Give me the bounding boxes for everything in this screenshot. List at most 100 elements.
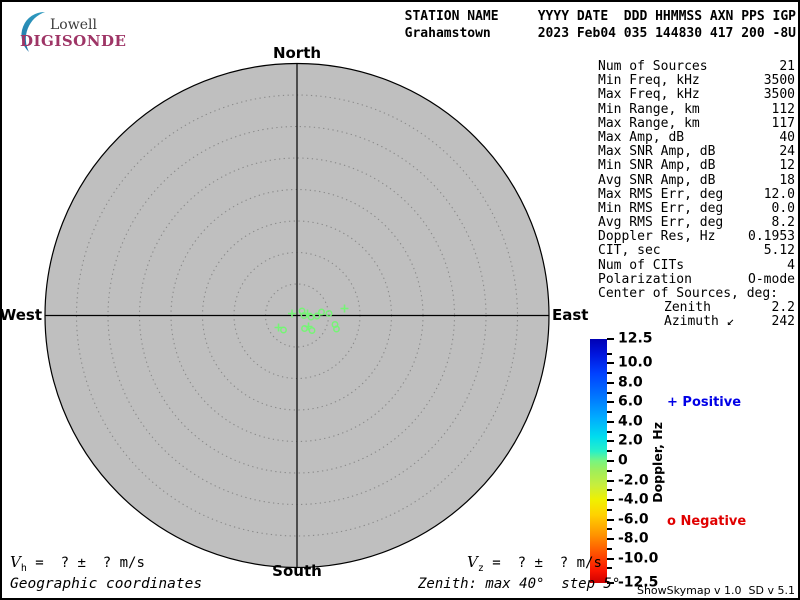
logo-lowell-text: Lowell xyxy=(50,17,97,33)
param-value: 2.2 xyxy=(771,300,795,316)
station-header-row1: STATION NAME YYYY DATE DDD HHMMSS AXN PP… xyxy=(404,9,796,24)
positive-doppler-legend: + Positive xyxy=(667,395,742,410)
colorbar-tick-label: 2.0 xyxy=(618,432,643,449)
param-label: Max RMS Err, deg xyxy=(598,186,724,202)
param-row: Min Range, km 112 xyxy=(598,101,795,117)
colorbar-tick-label: -10.0 xyxy=(618,550,659,567)
param-value: 4 xyxy=(787,257,795,273)
param-row: Avg SNR Amp, dB 18 xyxy=(598,172,795,188)
param-row: Max Freq, kHz 3500 xyxy=(598,88,795,102)
param-value: 0.0 xyxy=(771,200,795,216)
param-value: 112 xyxy=(771,101,795,117)
colorbar-major-tick xyxy=(607,538,614,541)
param-value: 117 xyxy=(771,115,795,131)
vz-readout: Vz = ? ± ? m/s xyxy=(467,553,602,574)
vz-value: = ? ± ? m/s xyxy=(483,555,602,571)
colorbar-tick-label: 10.0 xyxy=(618,354,653,371)
negative-doppler-legend: o Negative xyxy=(667,514,747,529)
colorbar-major-tick xyxy=(607,401,614,404)
param-row: Num of Sources 21 xyxy=(598,59,795,74)
param-label: Min Range, km xyxy=(598,101,700,117)
colorbar-tick-label: -6.0 xyxy=(618,511,649,528)
colorbar-tick-label: 4.0 xyxy=(618,413,643,430)
param-row: Doppler Res, Hz 0.1953 xyxy=(598,230,795,244)
param-value: 12 xyxy=(779,158,795,174)
colorbar-axis-label: Doppler, Hz xyxy=(650,422,665,503)
param-value: 0.1953 xyxy=(748,229,795,245)
station-header: STATION NAME YYYY DATE DDD HHMMSS AXN PP… xyxy=(405,8,796,42)
colorbar-ticks: 12.5 10.0 8.0 6.0 4.0 2.0 0 -2.0 -4.0 -6.0 -8.0 -10… xyxy=(607,331,677,591)
param-label: Center of Sources, deg: xyxy=(598,286,779,301)
param-label: CIT, sec xyxy=(598,243,661,259)
colorbar-major-tick xyxy=(607,338,614,340)
param-label: Min RMS Err, deg xyxy=(598,200,724,216)
version-label: ShowSkymap v 1.0 SD v 5.1 xyxy=(636,584,795,597)
param-label: Max SNR Amp, dB xyxy=(598,144,716,160)
param-row: Min RMS Err, deg 0.0 xyxy=(598,200,795,216)
param-row: Max SNR Amp, dB 24 xyxy=(598,144,795,160)
param-label: Max Range, km xyxy=(598,115,700,131)
colorbar-minor-tick xyxy=(607,411,612,414)
param-value: 40 xyxy=(779,129,795,145)
colorbar-minor-tick xyxy=(607,528,612,531)
colorbar-tick-label: 0 xyxy=(618,452,628,469)
param-list: Num of Sources 21 Min Freq, kHz 3500 Max Fre… xyxy=(598,59,795,330)
label-east: East xyxy=(552,306,589,324)
param-label: Min SNR Amp, dB xyxy=(598,158,716,174)
colorbar-gradient xyxy=(590,339,607,583)
param-label: Azimuth ↙ xyxy=(664,314,735,330)
param-row: Avg RMS Err, deg 8.2 xyxy=(598,215,795,231)
param-value: 8.2 xyxy=(771,215,795,231)
colorbar-major-tick xyxy=(607,557,614,560)
vh-value: = ? ± ? m/s xyxy=(26,555,145,571)
param-value: 21 xyxy=(779,59,795,74)
colorbar-major-tick xyxy=(607,420,614,423)
colorbar-minor-tick xyxy=(607,489,612,492)
colorbar-tick-label: 6.0 xyxy=(618,393,643,410)
param-label: Avg SNR Amp, dB xyxy=(598,172,716,188)
colorbar-minor-tick xyxy=(607,508,612,511)
vz-symbol: V xyxy=(467,553,478,571)
param-label: Max Amp, dB xyxy=(598,129,685,145)
param-value: 3500 xyxy=(763,87,795,103)
colorbar-tick-label: -8.0 xyxy=(618,530,649,547)
station-header-row2: Grahamstown 2023 Feb04 035 144830 417 20… xyxy=(404,26,796,41)
label-north: North xyxy=(272,44,322,62)
param-row: Zenith 2.2 xyxy=(598,300,795,316)
geographic-coordinates-label: Geographic coordinates xyxy=(10,576,203,592)
param-value: O-mode xyxy=(748,271,795,287)
param-value: 24 xyxy=(779,144,795,160)
colorbar-minor-tick xyxy=(607,430,612,433)
param-row: Min Freq, kHz 3500 xyxy=(598,73,795,89)
param-row: Max Range, km 117 xyxy=(598,115,795,131)
param-row: Max Amp, dB 40 xyxy=(598,129,795,145)
colorbar-major-tick xyxy=(607,440,614,443)
param-value: 12.0 xyxy=(763,186,795,202)
param-value: 242 xyxy=(771,314,795,330)
app-window: Lowell DIGISONDE STATION NAME YYYY DATE … xyxy=(0,0,800,600)
param-row: Azimuth ↙ 242 xyxy=(598,315,795,329)
param-label: Max Freq, kHz xyxy=(598,87,700,103)
colorbar-major-tick xyxy=(607,362,614,365)
colorbar-minor-tick xyxy=(607,352,612,355)
vh-symbol: V xyxy=(10,553,21,571)
colorbar-minor-tick xyxy=(607,567,612,570)
colorbar-minor-tick xyxy=(607,469,612,472)
param-label: Num of Sources xyxy=(598,59,708,74)
colorbar-tick-label: 8.0 xyxy=(618,374,643,391)
param-row: Center of Sources, deg: xyxy=(598,286,795,301)
colorbar-minor-tick xyxy=(607,547,612,550)
param-value: 3500 xyxy=(763,73,795,89)
lowell-digisonde-logo: Lowell DIGISONDE xyxy=(8,5,128,53)
param-label: Doppler Res, Hz xyxy=(598,229,716,245)
colorbar-major-tick xyxy=(607,479,614,482)
zenith-range-note: Zenith: max 40° step 5° xyxy=(418,576,621,592)
param-row: Polarization O-mode xyxy=(598,271,795,287)
colorbar-tick-label: -4.0 xyxy=(618,491,649,508)
param-row: Max RMS Err, deg 12.0 xyxy=(598,186,795,202)
colorbar-major-tick xyxy=(607,499,614,502)
logo-digisonde-text: DIGISONDE xyxy=(20,32,127,50)
param-row: Min SNR Amp, dB 12 xyxy=(598,159,795,173)
param-row: CIT, sec 5.12 xyxy=(598,244,795,258)
colorbar-minor-tick xyxy=(607,450,612,453)
